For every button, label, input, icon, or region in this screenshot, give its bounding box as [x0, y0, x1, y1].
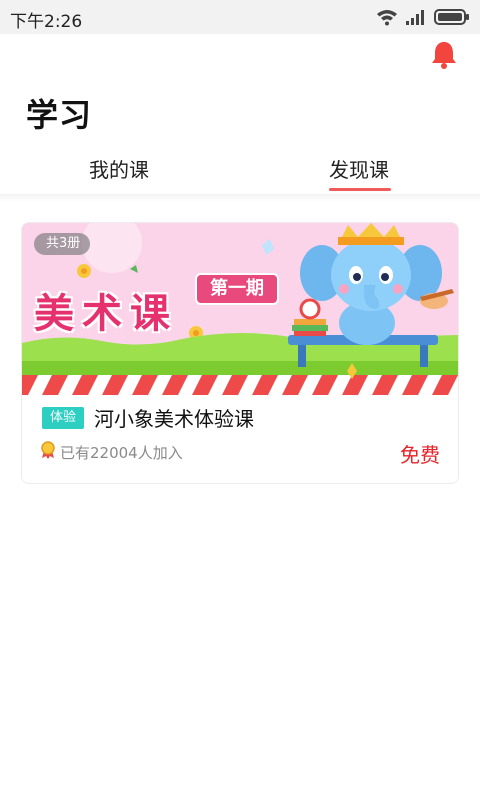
battery-icon [434, 9, 470, 29]
status-time: 下午2:26 [10, 12, 83, 32]
course-card[interactable]: 共3册 美术课 第一期 体验 河小象美术体验课 已有22004人加入 免费 [21, 222, 459, 484]
section-divider [0, 194, 480, 202]
enroll-count: 已有22004人加入 [40, 441, 183, 463]
tab-my-courses[interactable]: 我的课 [89, 154, 149, 183]
banner-issue-tag: 第一期 [195, 273, 279, 305]
trial-badge: 体验 [42, 407, 85, 429]
status-icons [376, 8, 470, 30]
notification-button[interactable] [430, 40, 458, 70]
course-card-body: 体验 河小象美术体验课 已有22004人加入 免费 [22, 395, 458, 483]
active-tab-indicator [329, 188, 391, 191]
tab-bar: 我的课 发现课 [0, 150, 480, 194]
status-bar: 下午2:26 [0, 0, 480, 34]
course-banner-image: 共3册 美术课 第一期 [22, 223, 458, 395]
signal-icon [406, 9, 426, 29]
wifi-icon [376, 8, 398, 30]
banner-title: 美术课 [34, 291, 178, 337]
enroll-text: 已有22004人加入 [60, 443, 183, 462]
course-price: 免费 [400, 443, 440, 467]
page-title: 学习 [26, 96, 93, 134]
course-title: 河小象美术体验课 [94, 407, 254, 431]
medal-icon [40, 441, 56, 463]
volume-count-badge: 共3册 [34, 233, 91, 255]
tab-discover-courses[interactable]: 发现课 [329, 154, 389, 183]
bell-icon [432, 42, 456, 69]
